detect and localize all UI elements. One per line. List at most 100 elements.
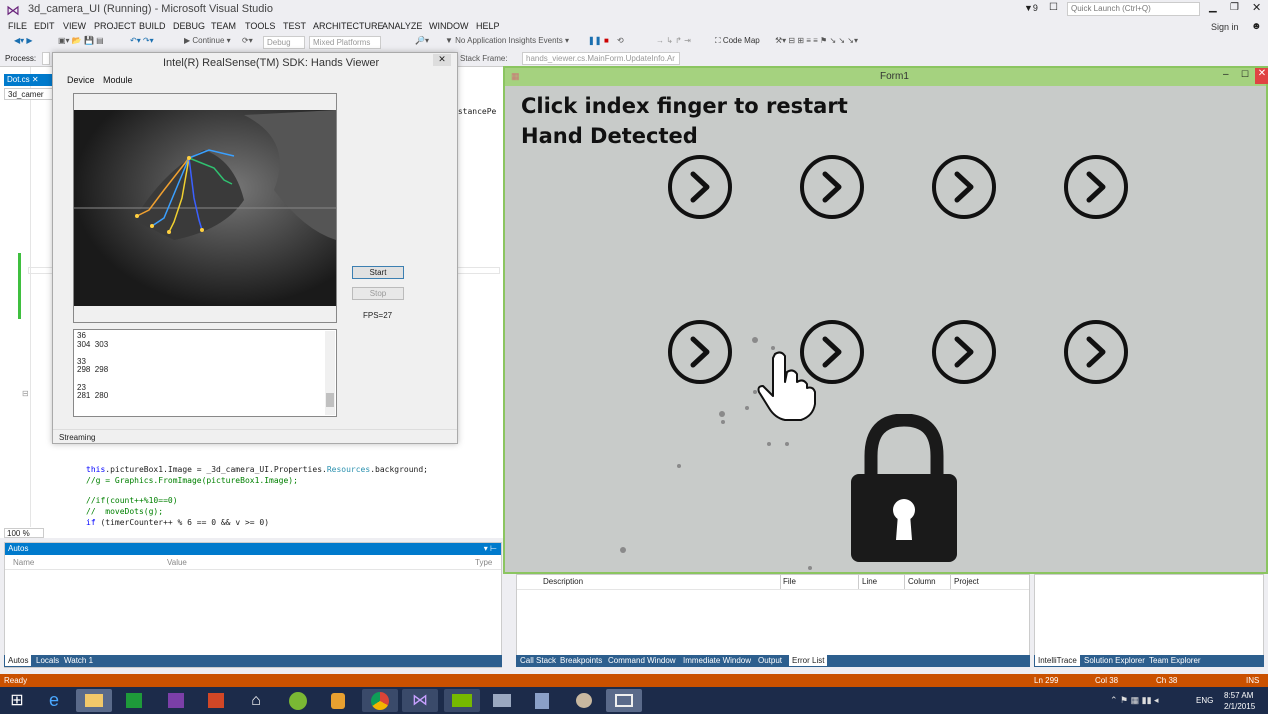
menu-file[interactable]: FILE bbox=[8, 21, 27, 31]
tray-icons[interactable]: ⌃ ⚑ ▦ ▮▮ ◂ bbox=[1110, 695, 1159, 706]
arrow-button-8[interactable] bbox=[1063, 319, 1129, 385]
tab-team-explorer[interactable]: Team Explorer bbox=[1149, 656, 1201, 665]
col-description[interactable]: Description bbox=[543, 577, 583, 586]
spotify-icon[interactable] bbox=[280, 689, 316, 712]
visual-studio-icon[interactable]: ⋈ bbox=[402, 689, 438, 712]
undo-icon[interactable]: ↶▾ ↷▾ bbox=[130, 36, 154, 45]
menu-analyze[interactable]: ANALYZE bbox=[382, 21, 422, 31]
arrow-button-1[interactable] bbox=[667, 154, 733, 220]
insights-icon[interactable]: 🔎▾ bbox=[415, 36, 429, 45]
panel-pin-icon[interactable]: ▾ ⊢ bbox=[484, 544, 497, 553]
document-tab-project[interactable]: 3d_camer bbox=[4, 88, 54, 100]
col-line[interactable]: Line bbox=[862, 577, 877, 586]
arrow-button-4[interactable] bbox=[1063, 154, 1129, 220]
tab-intellitrace[interactable]: IntelliTrace bbox=[1035, 655, 1080, 666]
restart-icon[interactable]: ⟲ bbox=[617, 36, 624, 45]
tab-error-list[interactable]: Error List bbox=[789, 655, 828, 666]
home-icon[interactable]: ⌂ bbox=[238, 689, 274, 712]
tab-autos[interactable]: Autos bbox=[5, 655, 32, 666]
internet-explorer-icon[interactable]: e bbox=[36, 689, 72, 712]
onenote-icon[interactable] bbox=[158, 689, 194, 712]
layout-icons[interactable]: ⚒▾ ⊟ ⊞ ≡ ≡ ⚑ ↘ ↘ ↘▾ bbox=[775, 36, 858, 45]
tab-locals[interactable]: Locals bbox=[36, 656, 59, 665]
step-icons[interactable]: → ↳ ↱ ⇥ bbox=[656, 36, 691, 45]
solution-config-select[interactable]: Debug bbox=[263, 36, 305, 49]
input-language[interactable]: ENG bbox=[1196, 696, 1213, 705]
standard-toolbar: ◀▾ ▶ ▣▾ 📂 💾 ▤ ↶▾ ↷▾ ▶ Continue ▾ ⟳▾ Debu… bbox=[0, 35, 1268, 51]
start-button[interactable]: Start bbox=[352, 266, 404, 279]
col-name[interactable]: Name bbox=[13, 558, 34, 567]
col-file[interactable]: File bbox=[783, 577, 796, 586]
menu-view[interactable]: VIEW bbox=[63, 21, 86, 31]
powerpoint-icon[interactable] bbox=[198, 689, 234, 712]
nvidia-icon[interactable] bbox=[444, 689, 480, 712]
document-tab-dot[interactable]: Dot.cs ✕ bbox=[4, 74, 54, 86]
menu-project[interactable]: PROJECT bbox=[94, 21, 136, 31]
menu-architecture[interactable]: ARCHITECTURE bbox=[313, 21, 384, 31]
stop-button[interactable]: Stop bbox=[352, 287, 404, 300]
close-button[interactable]: ✕ bbox=[1252, 1, 1261, 14]
stop-debugging-icon[interactable]: ■ bbox=[604, 36, 609, 45]
col-value[interactable]: Value bbox=[167, 558, 187, 567]
chrome-icon[interactable] bbox=[362, 689, 398, 712]
back-icon[interactable]: ◀▾ ▶ bbox=[14, 36, 33, 45]
tab-immediate-window[interactable]: Immediate Window bbox=[683, 656, 751, 665]
arrow-button-2[interactable] bbox=[799, 154, 865, 220]
mail-icon[interactable] bbox=[484, 689, 520, 712]
break-all-icon[interactable]: ❚❚ bbox=[588, 36, 601, 45]
menu-window[interactable]: WINDOW bbox=[429, 21, 469, 31]
fps-label: FPS=27 bbox=[363, 311, 393, 320]
notification-flag-icon[interactable]: ▼9 bbox=[1024, 3, 1038, 13]
menu-help[interactable]: HELP bbox=[476, 21, 500, 31]
col-column[interactable]: Column bbox=[908, 577, 936, 586]
process-select[interactable] bbox=[42, 52, 50, 65]
maximize-button[interactable]: ❐ bbox=[1230, 2, 1239, 13]
stack-frame-select[interactable]: hands_viewer.cs.MainForm.UpdateInfo.Ar bbox=[522, 52, 680, 65]
arrow-button-5[interactable] bbox=[667, 319, 733, 385]
tab-call-stack[interactable]: Call Stack bbox=[520, 656, 556, 665]
autos-panel: Autos ▾ ⊢ Name Value Type bbox=[4, 542, 502, 668]
new-project-icon[interactable]: ▣▾ 📂 💾 ▤ bbox=[58, 36, 104, 45]
menu-build[interactable]: BUILD bbox=[139, 21, 166, 31]
quick-launch-input[interactable]: Quick Launch (Ctrl+Q) bbox=[1067, 2, 1200, 16]
form-app-icon[interactable] bbox=[606, 689, 642, 712]
tab-solution-explorer[interactable]: Solution Explorer bbox=[1084, 656, 1145, 665]
menu-tools[interactable]: TOOLS bbox=[245, 21, 275, 31]
refresh-icon[interactable]: ⟳▾ bbox=[242, 36, 253, 45]
col-project[interactable]: Project bbox=[954, 577, 979, 586]
paint-icon[interactable] bbox=[566, 689, 602, 712]
tab-breakpoints[interactable]: Breakpoints bbox=[560, 656, 602, 665]
file-explorer-icon[interactable] bbox=[76, 689, 112, 712]
tab-output[interactable]: Output bbox=[758, 656, 782, 665]
menu-bar: FILE EDIT VIEW PROJECT BUILD DEBUG TEAM … bbox=[0, 20, 1268, 34]
tab-watch-1[interactable]: Watch 1 bbox=[64, 656, 93, 665]
hv-menu-device[interactable]: Device bbox=[67, 75, 95, 85]
hands-viewer-close-button[interactable]: ✕ bbox=[433, 54, 451, 66]
zoom-select[interactable]: 100 % bbox=[4, 528, 44, 538]
menu-debug[interactable]: DEBUG bbox=[173, 21, 205, 31]
collapse-icon[interactable]: ⊟ bbox=[22, 389, 29, 398]
application-insights-dropdown[interactable]: ▼ No Application Insights Events ▾ bbox=[445, 36, 569, 45]
menu-team[interactable]: TEAM bbox=[211, 21, 236, 31]
start-windows-icon[interactable]: ⊞ bbox=[0, 689, 34, 712]
clock-time[interactable]: 8:57 AM bbox=[1224, 691, 1253, 700]
code-map-button[interactable]: ⛶ Code Map bbox=[715, 36, 760, 46]
col-type[interactable]: Type bbox=[475, 558, 492, 567]
solution-platform-select[interactable]: Mixed Platforms bbox=[309, 36, 381, 49]
feedback-icon[interactable]: ☐ bbox=[1049, 2, 1058, 13]
arrow-button-3[interactable] bbox=[931, 154, 997, 220]
clock-date[interactable]: 2/1/2015 bbox=[1224, 702, 1255, 711]
doc-tab-label: Dot.cs bbox=[7, 75, 30, 84]
minimize-button[interactable]: ▁ bbox=[1209, 2, 1217, 13]
arrow-button-7[interactable] bbox=[931, 319, 997, 385]
app-icon[interactable] bbox=[320, 689, 356, 712]
tab-command-window[interactable]: Command Window bbox=[608, 656, 676, 665]
menu-test[interactable]: TEST bbox=[283, 21, 306, 31]
continue-button[interactable]: ▶ Continue ▾ bbox=[184, 36, 231, 45]
menu-edit[interactable]: EDIT bbox=[34, 21, 55, 31]
calculator-icon[interactable] bbox=[524, 689, 560, 712]
hv-menu-module[interactable]: Module bbox=[103, 75, 133, 85]
log-textbox[interactable]: 36 304 303 33 298 298 23 281 280 bbox=[73, 329, 337, 417]
log-scrollbar[interactable] bbox=[325, 331, 335, 415]
store-icon[interactable] bbox=[116, 689, 152, 712]
